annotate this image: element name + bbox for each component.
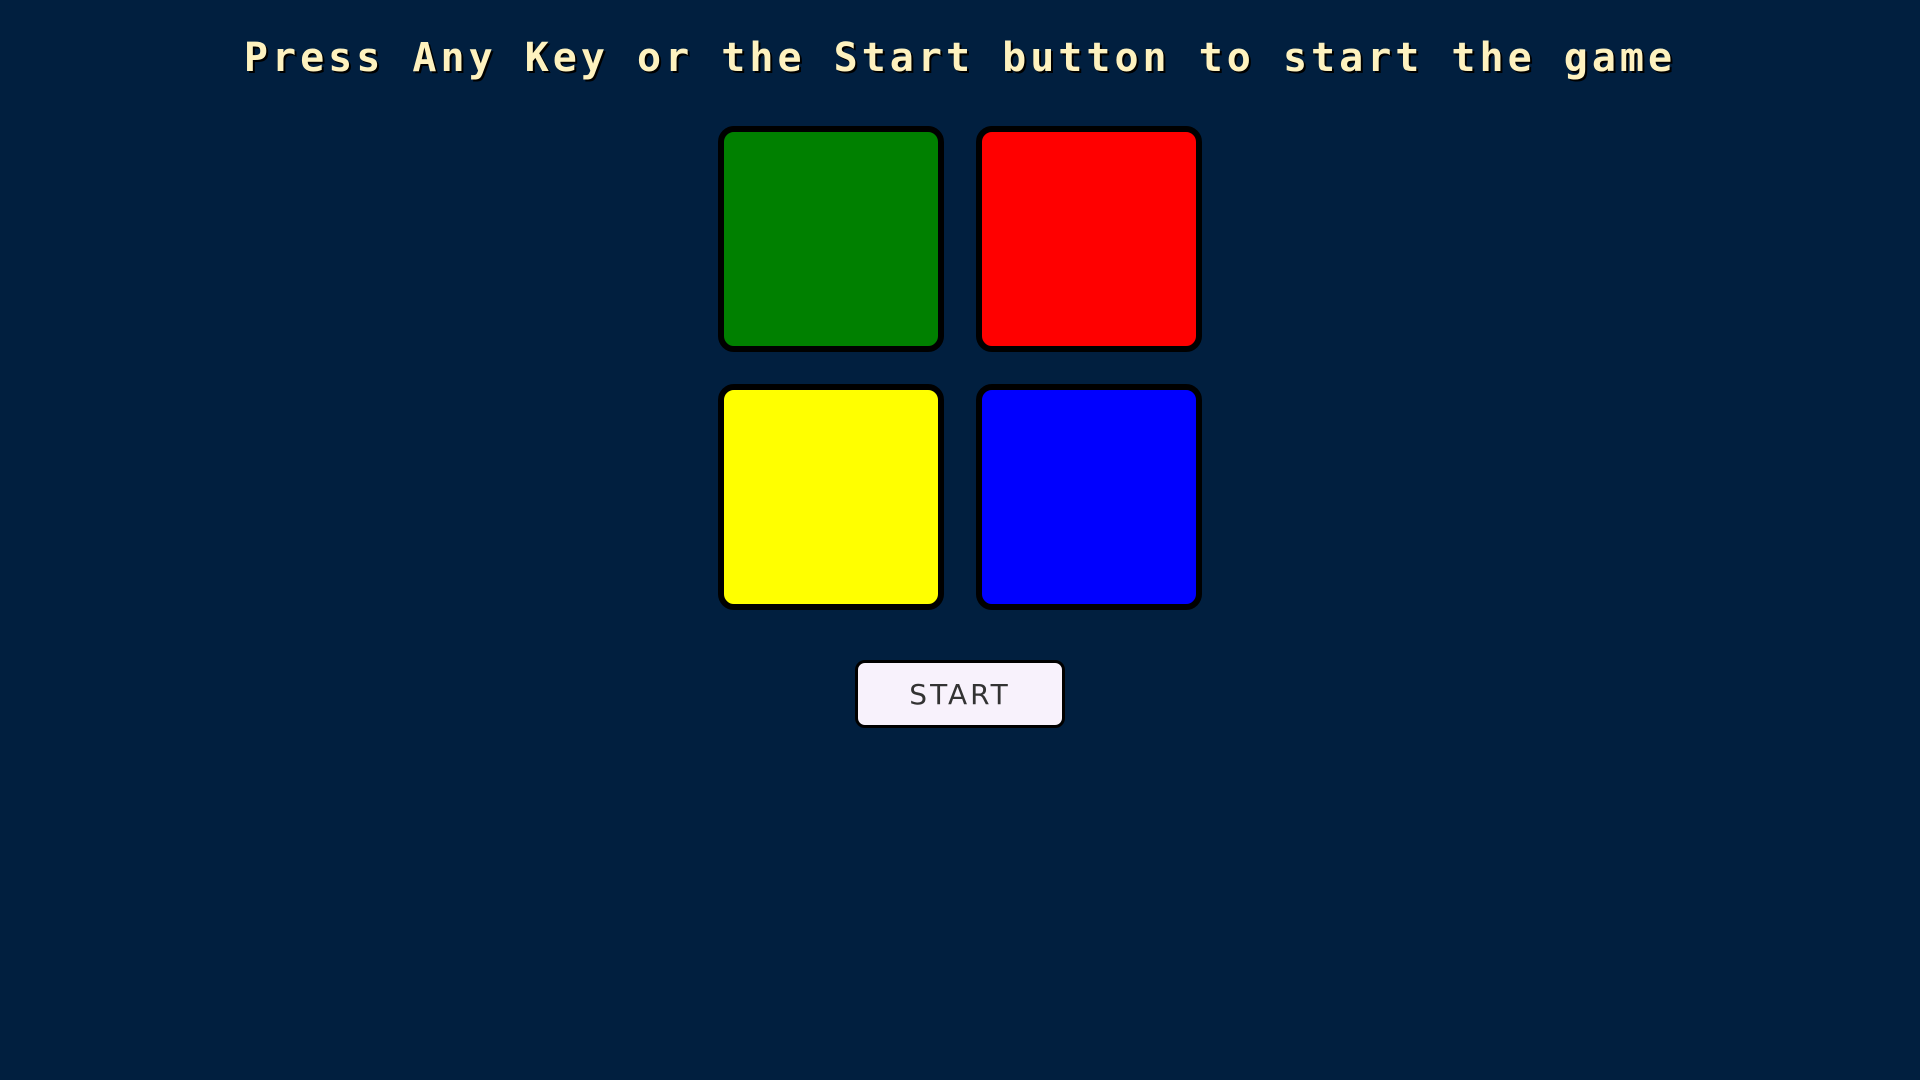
game-title: Press Any Key or the Start button to sta… xyxy=(243,35,1677,81)
color-pad-grid xyxy=(718,126,1202,610)
green-pad[interactable] xyxy=(718,126,944,352)
blue-pad[interactable] xyxy=(976,384,1202,610)
start-button[interactable]: START xyxy=(855,660,1065,728)
yellow-pad[interactable] xyxy=(718,384,944,610)
red-pad[interactable] xyxy=(976,126,1202,352)
game-page: Press Any Key or the Start button to sta… xyxy=(0,0,1920,1080)
